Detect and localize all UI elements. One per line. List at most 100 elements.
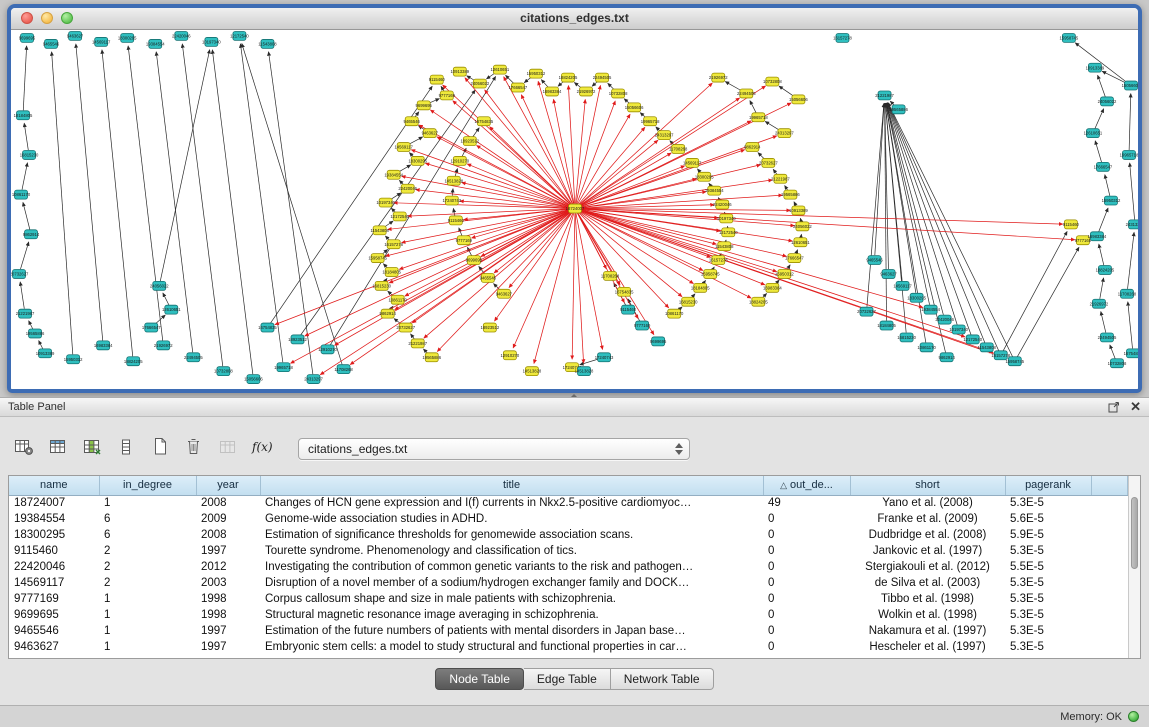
minimize-window-button[interactable]: [41, 12, 53, 24]
citation-edge[interactable]: [20, 242, 28, 269]
column-header-in_degree[interactable]: in_degree: [99, 476, 196, 495]
table-cell[interactable]: Dudbridge et al. (2008): [850, 527, 1005, 543]
table-cell[interactable]: 2009: [196, 511, 260, 527]
table-cell[interactable]: 5.6E-5: [1005, 511, 1091, 527]
import-table-button[interactable]: [214, 436, 241, 462]
close-window-button[interactable]: [21, 12, 33, 24]
citation-edge[interactable]: [575, 99, 585, 203]
citation-edge[interactable]: [800, 218, 801, 221]
citation-edge[interactable]: [473, 128, 480, 137]
table-cell[interactable]: 1997: [196, 623, 260, 639]
citation-edge[interactable]: [163, 293, 169, 305]
table-cell[interactable]: Changes of HCN gene expression and I(f) …: [260, 495, 763, 511]
table-cell[interactable]: 1: [99, 495, 196, 511]
table-cell[interactable]: 0: [763, 511, 850, 527]
citation-edge[interactable]: [1130, 163, 1135, 220]
table-cell[interactable]: 5.9E-5: [1005, 527, 1091, 543]
citation-edge[interactable]: [76, 44, 103, 341]
table-cell[interactable]: 2012: [196, 559, 260, 575]
citation-edge[interactable]: [1128, 232, 1135, 289]
table-cell[interactable]: 0: [763, 559, 850, 575]
citation-edge[interactable]: [494, 213, 572, 321]
citation-edge[interactable]: [580, 210, 787, 257]
table-cell[interactable]: 49: [763, 495, 850, 511]
citation-edge[interactable]: [750, 101, 756, 113]
table-cell[interactable]: Franke et al. (2009): [850, 511, 1005, 527]
column-header-pagerank[interactable]: pagerank: [1005, 476, 1091, 495]
table-cell[interactable]: 9465546: [9, 623, 99, 639]
table-cell[interactable]: 6: [99, 527, 196, 543]
citation-edge[interactable]: [1095, 109, 1104, 129]
table-cell[interactable]: 0: [763, 591, 850, 607]
column-header-out_de[interactable]: △out_de...: [763, 476, 850, 495]
network-canvas[interactable]: 1872400791154609777169969969594655469463…: [11, 30, 1138, 389]
table-cell[interactable]: 5.3E-5: [1005, 591, 1091, 607]
citation-edge[interactable]: [796, 250, 797, 254]
tab-network-table[interactable]: Network Table: [611, 668, 714, 690]
table-cell[interactable]: 1997: [196, 543, 260, 559]
citation-edge[interactable]: [1101, 311, 1106, 332]
citation-edge[interactable]: [580, 209, 1075, 240]
table-cell[interactable]: Disruption of a novel member of a sodium…: [260, 575, 763, 591]
table-cell[interactable]: Investigating the contribution of common…: [260, 559, 763, 575]
citation-edge[interactable]: [579, 211, 751, 298]
citation-edge[interactable]: [580, 180, 772, 208]
delete-button[interactable]: [180, 436, 207, 462]
table-cell[interactable]: 5.3E-5: [1005, 623, 1091, 639]
table-cell[interactable]: Embryonic stem cells: a model to study s…: [260, 639, 763, 655]
table-cell[interactable]: 2008: [196, 495, 260, 511]
table-settings-button[interactable]: [10, 436, 37, 462]
citation-edge[interactable]: [886, 103, 945, 352]
citation-edge[interactable]: [1128, 302, 1133, 349]
table-cell[interactable]: 0: [763, 623, 850, 639]
citation-edge[interactable]: [320, 211, 571, 374]
table-cell[interactable]: 9115460: [9, 543, 99, 559]
citation-edge[interactable]: [578, 127, 645, 204]
table-cell[interactable]: 1998: [196, 607, 260, 623]
table-cell[interactable]: 2008: [196, 527, 260, 543]
citation-edge[interactable]: [485, 90, 572, 205]
window-titlebar[interactable]: citations_edges.txt: [11, 8, 1138, 30]
citation-edge[interactable]: [1099, 208, 1108, 232]
table-cell[interactable]: 2003: [196, 575, 260, 591]
table-cell[interactable]: 18724007: [9, 495, 99, 511]
citation-edge[interactable]: [24, 123, 28, 150]
citation-edge[interactable]: [453, 208, 454, 215]
table-cell[interactable]: 5.5E-5: [1005, 559, 1091, 575]
table-row[interactable]: 977716911998Corpus callosum shape and si…: [9, 591, 1128, 607]
table-cell[interactable]: Hescheler et al. (1997): [850, 639, 1005, 655]
table-cell[interactable]: 0: [763, 543, 850, 559]
scrollbar-thumb[interactable]: [1131, 497, 1138, 569]
table-cell[interactable]: 1998: [196, 591, 260, 607]
citation-edge[interactable]: [1099, 244, 1104, 265]
citation-edge[interactable]: [394, 203, 570, 209]
citation-edge[interactable]: [212, 50, 252, 374]
citation-edge[interactable]: [887, 103, 957, 325]
table-cell[interactable]: 5.3E-5: [1005, 639, 1091, 655]
table-cell[interactable]: Wolkin et al. (1998): [850, 607, 1005, 623]
table-cell[interactable]: 22420046: [9, 559, 99, 575]
citation-edge[interactable]: [23, 46, 26, 110]
network-selector-dropdown[interactable]: citations_edges.txt: [298, 438, 690, 460]
table-cell[interactable]: Estimation of the future numbers of pati…: [260, 623, 763, 639]
table-row[interactable]: 969969511998Structural magnetic resonanc…: [9, 607, 1128, 623]
citation-edge[interactable]: [572, 213, 575, 359]
citation-edge[interactable]: [580, 209, 1063, 224]
citation-edge[interactable]: [490, 127, 572, 205]
column-chooser-button[interactable]: [44, 436, 71, 462]
citation-edge[interactable]: [441, 86, 444, 91]
table-cell[interactable]: Corpus callosum shape and size in male p…: [260, 591, 763, 607]
citation-edge[interactable]: [408, 209, 570, 216]
citation-edge[interactable]: [242, 44, 342, 365]
table-cell[interactable]: Yano et al. (2008): [850, 495, 1005, 511]
citation-edge[interactable]: [1003, 231, 1067, 351]
citation-edge[interactable]: [419, 125, 571, 206]
citation-edge[interactable]: [568, 86, 574, 204]
table-panel-header[interactable]: Table Panel ✕: [0, 398, 1149, 417]
citation-edge[interactable]: [291, 211, 571, 363]
table-cell[interactable]: 9699695: [9, 607, 99, 623]
table-cell[interactable]: 6: [99, 511, 196, 527]
citation-edge[interactable]: [1095, 141, 1101, 162]
table-cell[interactable]: Stergiakouli et al. (2012): [850, 559, 1005, 575]
table-cell[interactable]: 1: [99, 623, 196, 639]
